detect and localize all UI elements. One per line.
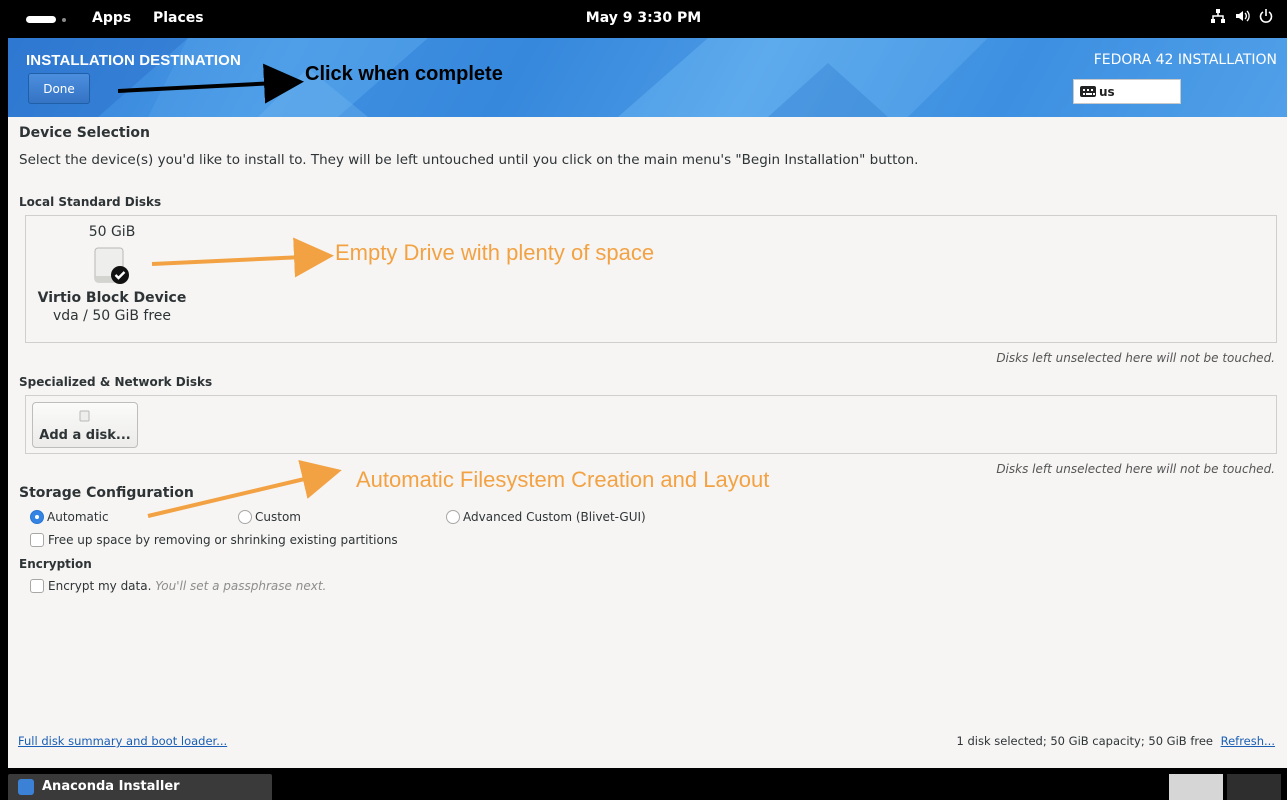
radio-indicator[interactable] [238,510,252,524]
workspace-dot-icon [62,18,66,22]
refresh-link[interactable]: Refresh... [1221,734,1275,748]
product-title: FEDORA 42 INSTALLATION [1093,52,1277,68]
hard-disk-icon [93,246,131,286]
free-space-checkbox[interactable]: Free up space by removing or shrinking e… [30,533,398,547]
radio-custom[interactable]: Custom [238,510,301,524]
add-disk-button[interactable]: Add a disk... [32,402,138,448]
network-wired-icon[interactable] [1208,8,1228,28]
apps-menu[interactable]: Apps [92,10,131,26]
top-bar: Apps Places May 9 3:30 PM [0,0,1287,38]
encryption-heading: Encryption [19,557,92,571]
disk-selection-status: 1 disk selected; 50 GiB capacity; 50 GiB… [956,734,1213,748]
specialized-disks-panel: Add a disk... [25,395,1277,454]
free-space-label: Free up space by removing or shrinking e… [48,533,398,547]
checkbox-indicator[interactable] [30,533,44,547]
header-background [8,38,1287,117]
device-selection-description: Select the device(s) you'd like to insta… [19,152,919,168]
local-disks-note: Disks left unselected here will not be t… [996,351,1275,365]
specialized-disks-heading: Specialized & Network Disks [19,375,213,389]
radio-indicator[interactable] [30,510,44,524]
anaconda-icon [18,779,34,795]
done-annotation: Click when complete [305,63,503,85]
disk-size: 50 GiB [88,224,136,240]
disk-annotation: Empty Drive with plenty of space [335,240,655,265]
disk-detail: vda / 50 GiB free [52,308,172,324]
radio-advanced-custom-label: Advanced Custom (Blivet-GUI) [463,510,646,524]
storage-annotation: Automatic Filesystem Creation and Layout [356,467,770,492]
disk-name: Virtio Block Device [37,290,187,306]
add-disk-label: Add a disk... [39,428,131,443]
workspace-2[interactable] [1227,774,1281,800]
keyboard-icon [1080,86,1096,97]
taskbar-app-label: Anaconda Installer [42,779,180,794]
local-disks-heading: Local Standard Disks [19,195,162,209]
disk-summary-link[interactable]: Full disk summary and boot loader... [18,734,227,748]
specialized-disks-note: Disks left unselected here will not be t… [996,462,1275,476]
volume-icon[interactable] [1232,8,1252,28]
radio-advanced-custom[interactable]: Advanced Custom (Blivet-GUI) [446,510,646,524]
storage-configuration-heading: Storage Configuration [19,485,194,501]
taskbar: Anaconda Installer [0,768,1287,800]
keyboard-layout-indicator[interactable]: us [1073,79,1181,104]
radio-automatic[interactable]: Automatic [30,510,109,524]
main-content: Device Selection Select the device(s) yo… [8,117,1287,768]
encrypt-label: Encrypt my data. [48,579,152,593]
done-button[interactable]: Done [28,73,90,104]
power-icon[interactable] [1256,8,1276,28]
radio-indicator[interactable] [446,510,460,524]
disk-vda[interactable]: 50 GiB Virtio Block Device vda / 50 GiB … [32,224,192,324]
device-selection-heading: Device Selection [19,125,150,141]
spoke-header: INSTALLATION DESTINATION Done FEDORA 42 … [8,38,1287,117]
radio-automatic-label: Automatic [47,510,109,524]
places-menu[interactable]: Places [153,10,204,26]
activities-indicator-icon[interactable] [26,16,56,23]
spoke-title: INSTALLATION DESTINATION [26,52,241,69]
checkbox-indicator[interactable] [30,579,44,593]
encrypt-checkbox[interactable]: Encrypt my data. You'll set a passphrase… [30,579,326,593]
disk-small-icon [79,410,90,422]
workspace-1[interactable] [1169,774,1223,800]
taskbar-anaconda-installer[interactable]: Anaconda Installer [8,774,272,800]
local-disks-panel: 50 GiB Virtio Block Device vda / 50 GiB … [25,215,1277,343]
keyboard-layout-label: us [1099,85,1115,99]
encrypt-hint: You'll set a passphrase next. [155,579,327,593]
radio-custom-label: Custom [255,510,301,524]
